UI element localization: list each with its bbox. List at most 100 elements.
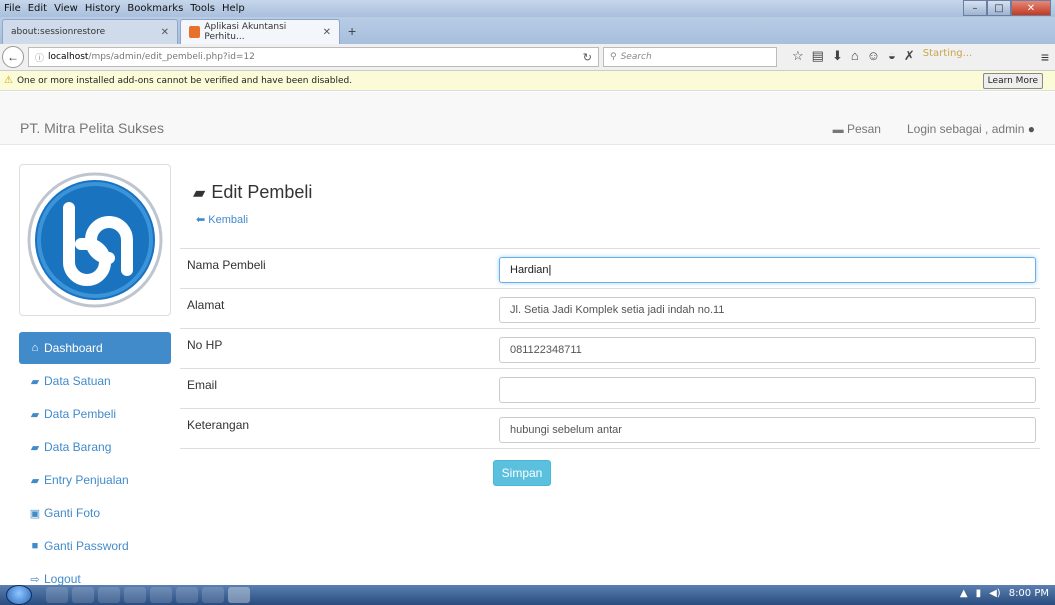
navigation-toolbar: ← ⓘ localhost /mps/admin/edit_pembeli.ph…: [0, 44, 1055, 71]
maximize-button[interactable]: □: [987, 0, 1011, 16]
extension-icon[interactable]: ✗: [904, 48, 915, 64]
briefcase-icon: ▰: [30, 408, 40, 421]
company-logo-icon: [27, 172, 163, 308]
login-label: Login sebagai , admin: [906, 122, 1025, 136]
info-icon[interactable]: ⓘ: [35, 51, 44, 64]
menu-history[interactable]: History: [85, 3, 121, 14]
sidebar-item-dashboard[interactable]: ⌂ Dashboard: [19, 332, 171, 364]
close-tab-icon[interactable]: ✕: [161, 27, 169, 38]
search-input[interactable]: ⚲ Search: [603, 47, 777, 67]
sidebar-item-data-barang[interactable]: ▰ Data Barang: [19, 431, 171, 463]
form-row-keterangan: Keterangan hubungi sebelum antar: [180, 409, 1040, 449]
comment-icon: ▬: [832, 124, 844, 136]
login-link[interactable]: Login sebagai , admin ●: [907, 122, 1035, 136]
show-hidden-icon[interactable]: ▲: [960, 588, 968, 599]
sidebar-item-ganti-foto[interactable]: ▣ Ganti Foto: [19, 497, 171, 529]
main-content: ▰ Edit Pembeli ⬅ Kembali Nama Pembeli Ha…: [180, 164, 1046, 486]
url-bar[interactable]: ⓘ localhost /mps/admin/edit_pembeli.php?…: [28, 47, 599, 67]
learn-more-button[interactable]: Learn More: [982, 73, 1043, 89]
volume-icon[interactable]: ◀): [989, 588, 1001, 599]
nohp-input[interactable]: 081122348711: [499, 337, 1036, 363]
network-icon[interactable]: ▮: [976, 588, 982, 599]
menu-help[interactable]: Help: [222, 3, 245, 14]
taskbar: ▲ ▮ ◀) 8:00 PM: [0, 585, 1055, 605]
tab-label: Aplikasi Akuntansi Perhitu...: [204, 22, 287, 42]
addon-notice-bar: ⚠ One or more installed add-ons cannot b…: [0, 71, 1055, 91]
sidebar-item-label: Data Pembeli: [44, 407, 117, 421]
sidebar-item-label: Data Satuan: [44, 374, 111, 388]
tab-session-restore[interactable]: about:sessionrestore ✕: [2, 19, 178, 44]
sidebar-item-data-satuan[interactable]: ▰ Data Satuan: [19, 365, 171, 397]
form-row-alamat: Alamat Jl. Setia Jadi Komplek setia jadi…: [180, 289, 1040, 329]
menu-bookmarks[interactable]: Bookmarks: [127, 3, 183, 14]
sidebar-item-data-pembeli[interactable]: ▰ Data Pembeli: [19, 398, 171, 430]
media-icon[interactable]: [98, 587, 120, 603]
sidebar-item-entry-penjualan[interactable]: ▰ Entry Penjualan: [19, 464, 171, 496]
briefcase-icon: ▰: [30, 474, 40, 487]
start-button[interactable]: [6, 585, 32, 605]
sidebar-item-label: Logout: [44, 572, 81, 586]
close-tab-icon[interactable]: ✕: [323, 27, 331, 38]
warning-icon: ⚠: [4, 75, 13, 86]
opera-icon[interactable]: [124, 587, 146, 603]
brand[interactable]: PT. Mitra Pelita Sukses: [20, 120, 164, 136]
chrome-icon[interactable]: [150, 587, 172, 603]
clock[interactable]: 8:00 PM: [1009, 588, 1049, 599]
alamat-input[interactable]: Jl. Setia Jadi Komplek setia jadi indah …: [499, 297, 1036, 323]
menu-view[interactable]: View: [54, 3, 78, 14]
menu-tools[interactable]: Tools: [190, 3, 215, 14]
email-input[interactable]: [499, 377, 1036, 403]
bookmarks-list-icon[interactable]: ▤: [812, 48, 824, 64]
sidebar-item-ganti-password[interactable]: ■ Ganti Password: [19, 530, 171, 562]
nama-pembeli-input[interactable]: Hardian |: [499, 257, 1036, 283]
nohp-label: No HP: [187, 338, 223, 352]
form-row-email: Email: [180, 369, 1040, 409]
explorer-icon[interactable]: [72, 587, 94, 603]
nohp-value: 081122348711: [510, 344, 582, 356]
nama-label: Nama Pembeli: [187, 258, 266, 272]
close-window-button[interactable]: ✕: [1011, 0, 1051, 16]
form-row-nama: Nama Pembeli Hardian |: [180, 249, 1040, 289]
menu-bar: File Edit View History Bookmarks Tools H…: [0, 0, 1055, 17]
favicon-icon: [189, 26, 201, 38]
pesan-link[interactable]: ▬ Pesan: [833, 122, 881, 136]
web-page: PT. Mitra Pelita Sukses ▬ Pesan Login se…: [0, 92, 1055, 586]
home-icon[interactable]: ⌂: [851, 48, 859, 64]
home-icon: ⌂: [31, 342, 39, 354]
starting-status: Starting...: [922, 48, 973, 59]
menu-edit[interactable]: Edit: [28, 3, 47, 14]
firefox-active-icon[interactable]: [228, 587, 250, 603]
firefox-icon[interactable]: [176, 587, 198, 603]
menu-icon[interactable]: ≡: [1041, 49, 1049, 65]
chat-icon[interactable]: ☺: [867, 48, 880, 64]
menu-file[interactable]: File: [4, 3, 21, 14]
new-tab-icon[interactable]: +: [348, 23, 356, 39]
reload-icon[interactable]: ↻: [583, 51, 592, 64]
app-icon[interactable]: [202, 587, 224, 603]
bookmark-star-icon[interactable]: ☆: [792, 48, 804, 64]
back-link[interactable]: ⬅ Kembali: [196, 213, 248, 226]
page-title: ▰ Edit Pembeli: [193, 182, 1046, 203]
tab-aplikasi[interactable]: Aplikasi Akuntansi Perhitu... ✕: [180, 19, 340, 44]
download-icon[interactable]: ⬇: [832, 48, 843, 64]
keterangan-input[interactable]: hubungi sebelum antar: [499, 417, 1036, 443]
sidebar: ⌂ Dashboard ▰ Data Satuan ▰ Data Pembeli ▰ D…: [19, 332, 171, 596]
keterangan-value: hubungi sebelum antar: [510, 424, 622, 436]
nama-value: Hardian: [510, 264, 549, 276]
search-icon: ⚲: [610, 52, 617, 62]
page-title-text: Edit Pembeli: [211, 182, 313, 202]
tab-label: about:sessionrestore: [11, 27, 106, 37]
sidebar-item-label: Entry Penjualan: [44, 473, 129, 487]
ie-icon[interactable]: [46, 587, 68, 603]
back-arrow-icon[interactable]: ←: [2, 46, 24, 68]
tab-bar: about:sessionrestore ✕ Aplikasi Akuntans…: [0, 17, 1055, 44]
pocket-icon[interactable]: ◒: [888, 48, 896, 64]
picture-icon: ▣: [29, 507, 41, 520]
minimize-button[interactable]: –: [963, 0, 987, 16]
email-label: Email: [187, 378, 218, 392]
lock-icon: ■: [31, 540, 39, 552]
sidebar-item-label: Ganti Foto: [44, 506, 101, 520]
briefcase-icon: ▰: [30, 375, 40, 388]
simpan-button[interactable]: Simpan: [493, 460, 551, 486]
logo: [19, 164, 171, 316]
